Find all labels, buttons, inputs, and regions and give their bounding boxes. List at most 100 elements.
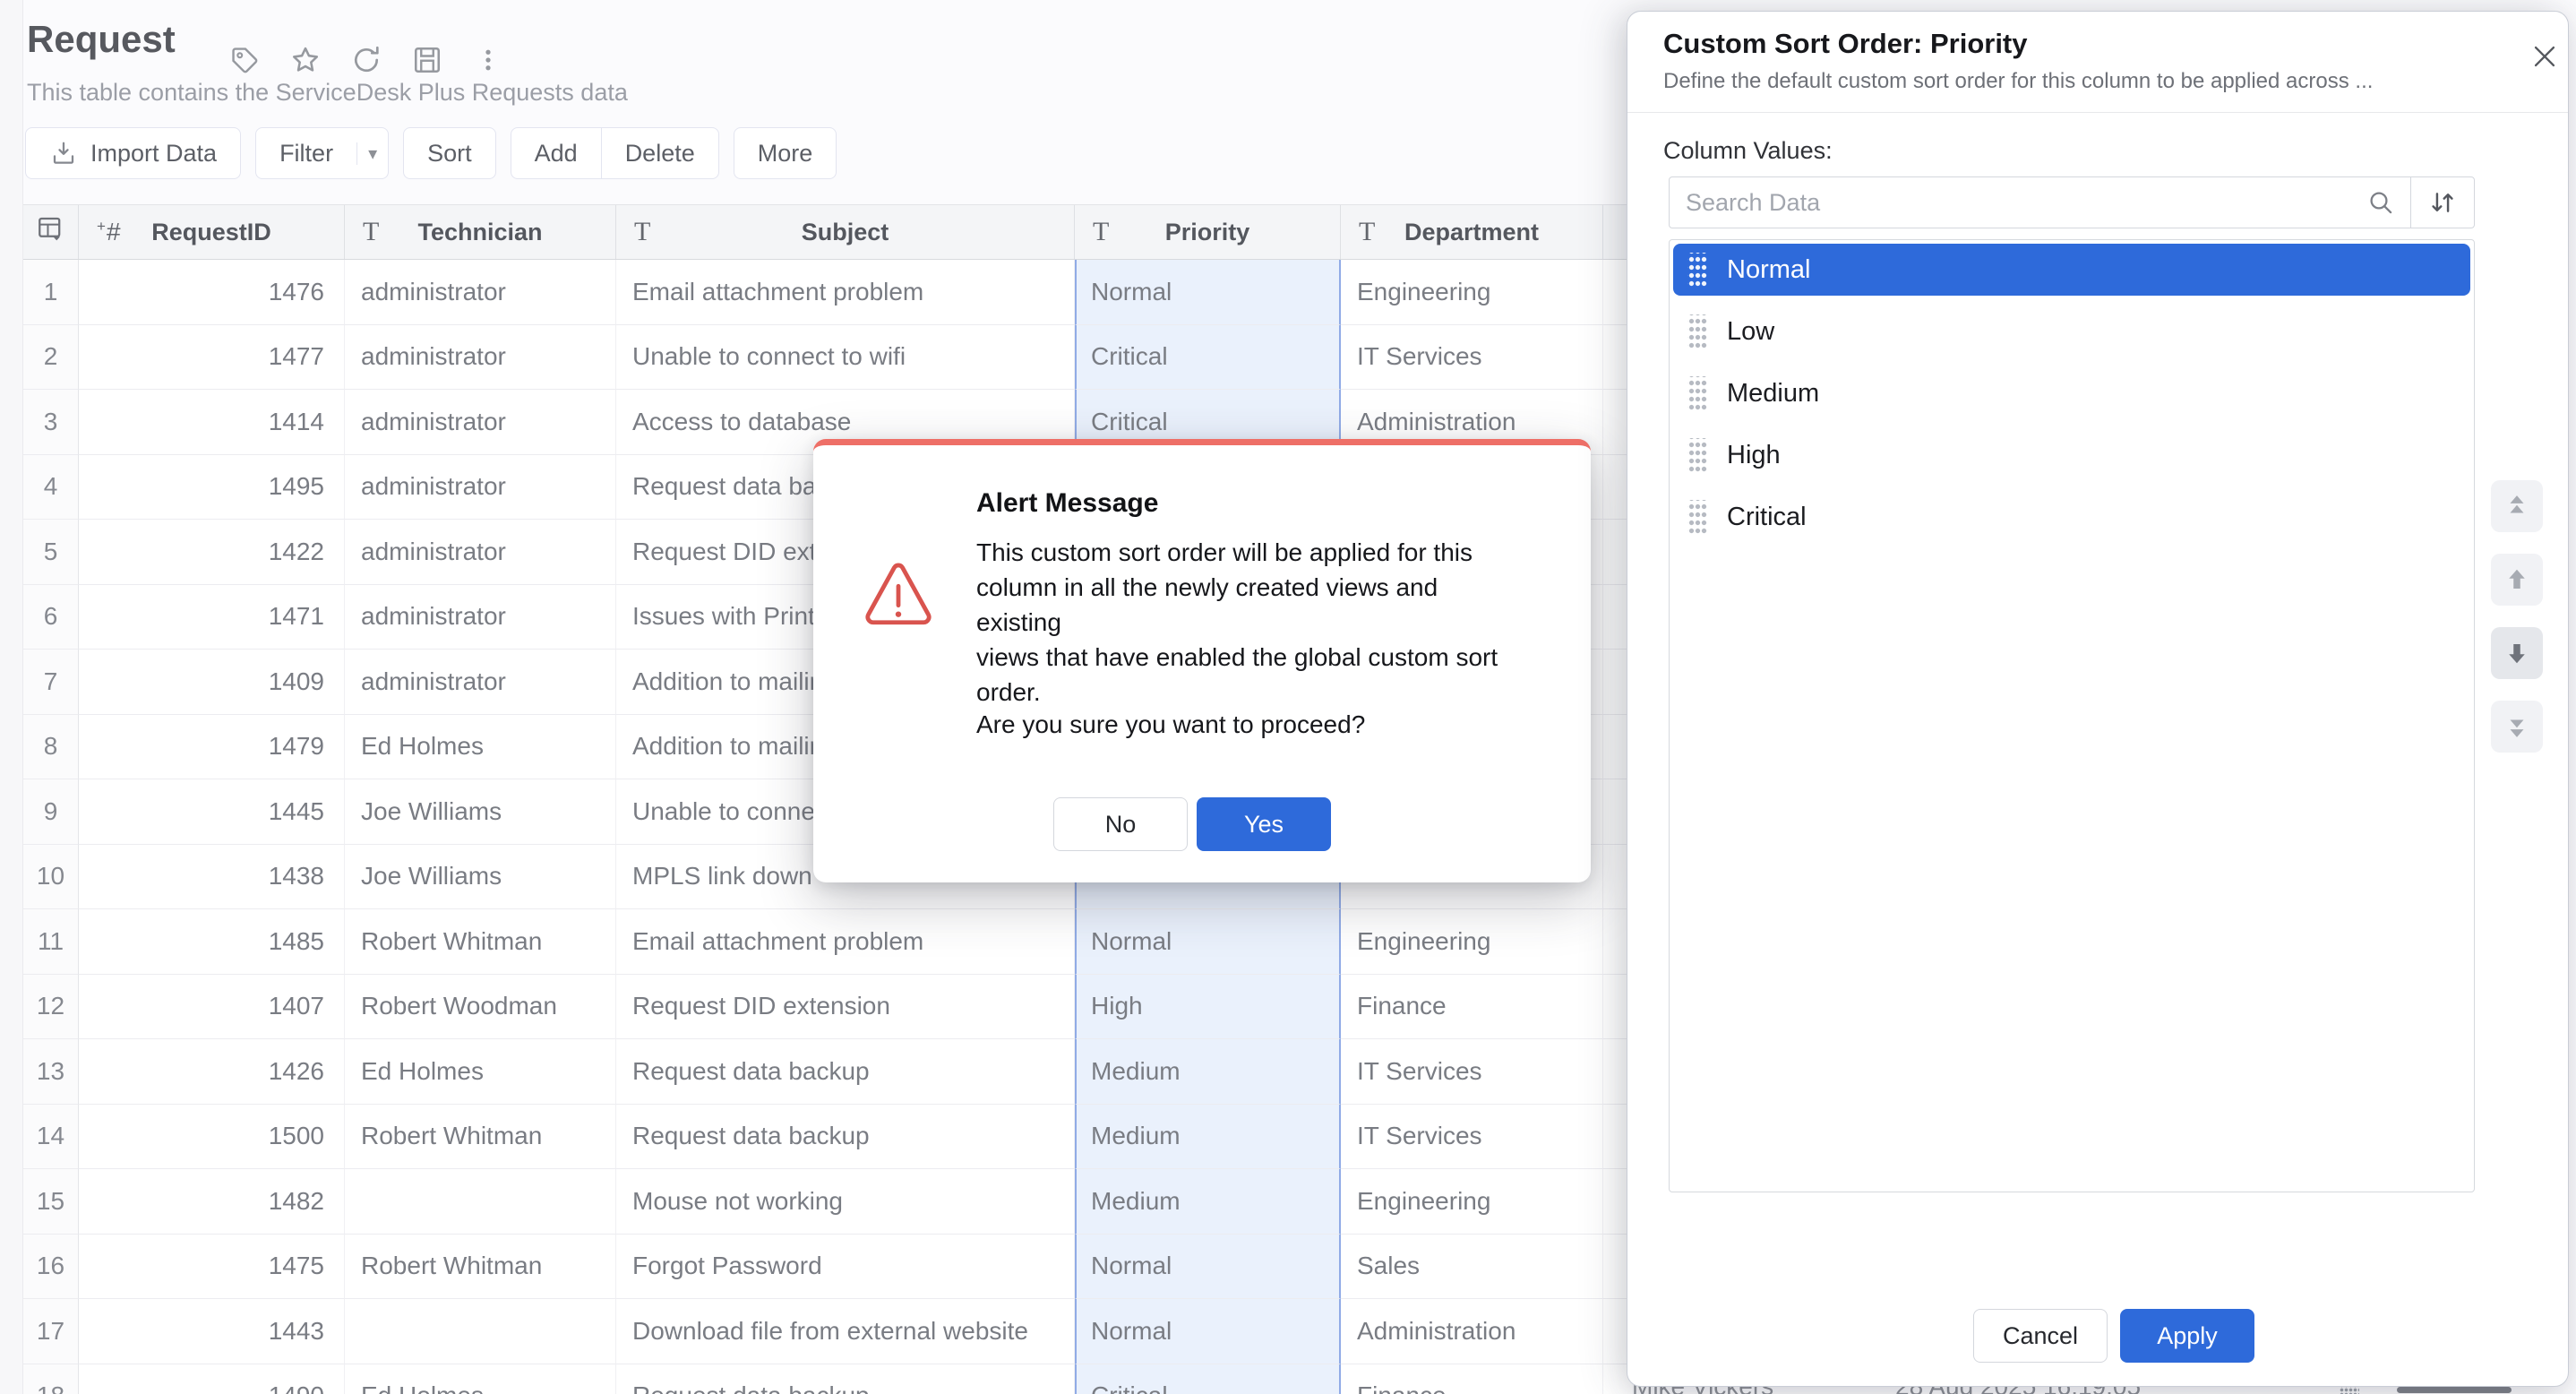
department-cell[interactable]: Administration: [1341, 1299, 1603, 1364]
department-cell[interactable]: Engineering: [1341, 260, 1603, 325]
table-row[interactable]: 17 1443 Download file from external webs…: [23, 1299, 1632, 1364]
technician-cell[interactable]: administrator: [345, 520, 616, 585]
requestid-cell[interactable]: 1475: [79, 1235, 345, 1300]
priority-cell[interactable]: Normal: [1075, 909, 1341, 975]
requestid-cell[interactable]: 1471: [79, 585, 345, 650]
drag-handle-icon[interactable]: [1687, 314, 1707, 348]
table-row[interactable]: 2 1477 administrator Unable to connect t…: [23, 325, 1632, 391]
tag-icon[interactable]: [228, 43, 262, 77]
priority-cell[interactable]: Normal: [1075, 1235, 1341, 1300]
search-input[interactable]: [1670, 177, 2351, 228]
technician-cell[interactable]: administrator: [345, 455, 616, 521]
priority-cell[interactable]: Medium: [1075, 1105, 1341, 1170]
requestid-cell[interactable]: 1485: [79, 909, 345, 975]
technician-cell[interactable]: administrator: [345, 325, 616, 391]
subject-cell[interactable]: Request DID extension: [616, 975, 1075, 1040]
sort-order-item[interactable]: Medium: [1673, 367, 2470, 419]
drag-handle-icon[interactable]: [1687, 253, 1707, 287]
technician-cell[interactable]: Robert Whitman: [345, 1105, 616, 1170]
cancel-button[interactable]: Cancel: [1973, 1309, 2108, 1363]
subject-cell[interactable]: Forgot Password: [616, 1235, 1075, 1300]
technician-cell[interactable]: administrator: [345, 650, 616, 715]
drag-handle-icon[interactable]: [1687, 438, 1707, 472]
select-all-header-cell[interactable]: [23, 205, 79, 259]
requestid-cell[interactable]: 1479: [79, 715, 345, 780]
technician-cell[interactable]: [345, 1299, 616, 1364]
requestid-cell[interactable]: 1445: [79, 779, 345, 845]
apply-button[interactable]: Apply: [2120, 1309, 2254, 1363]
column-header-subject[interactable]: T Subject: [616, 205, 1075, 259]
subject-cell[interactable]: Email attachment problem: [616, 909, 1075, 975]
subject-cell[interactable]: Mouse not working: [616, 1169, 1075, 1235]
requestid-cell[interactable]: 1414: [79, 390, 345, 455]
column-header-priority[interactable]: T Priority: [1075, 205, 1341, 259]
table-row[interactable]: 14 1500 Robert Whitman Request data back…: [23, 1105, 1632, 1170]
priority-cell[interactable]: Critical: [1075, 1364, 1341, 1394]
technician-cell[interactable]: Joe Williams: [345, 845, 616, 910]
subject-cell[interactable]: Request data backup: [616, 1039, 1075, 1105]
requestid-cell[interactable]: 1409: [79, 650, 345, 715]
department-cell[interactable]: Finance: [1341, 1364, 1603, 1394]
chevron-down-icon[interactable]: ▾: [356, 142, 388, 165]
drag-handle-icon[interactable]: [1687, 500, 1707, 534]
department-cell[interactable]: Engineering: [1341, 909, 1603, 975]
technician-cell[interactable]: administrator: [345, 585, 616, 650]
table-row[interactable]: 18 1490 Ed Holmes Request data backup Cr…: [23, 1364, 1632, 1394]
requestid-cell[interactable]: 1443: [79, 1299, 345, 1364]
priority-cell[interactable]: Medium: [1075, 1169, 1341, 1235]
move-up-button[interactable]: [2491, 554, 2543, 606]
sort-order-item[interactable]: Normal: [1673, 244, 2470, 296]
table-row[interactable]: 15 1482 Mouse not working Medium Enginee…: [23, 1169, 1632, 1235]
bottom-scrollbar-thumb[interactable]: [2397, 1387, 2512, 1393]
technician-cell[interactable]: administrator: [345, 260, 616, 325]
subject-cell[interactable]: Unable to connect to wifi: [616, 325, 1075, 391]
table-row[interactable]: 12 1407 Robert Woodman Request DID exten…: [23, 975, 1632, 1040]
requestid-cell[interactable]: 1476: [79, 260, 345, 325]
priority-cell[interactable]: Critical: [1075, 325, 1341, 391]
subject-cell[interactable]: Request data backup: [616, 1364, 1075, 1394]
requestid-cell[interactable]: 1490: [79, 1364, 345, 1394]
star-icon[interactable]: [288, 43, 322, 77]
requestid-cell[interactable]: 1495: [79, 455, 345, 521]
sort-order-item[interactable]: High: [1673, 429, 2470, 481]
delete-button[interactable]: Delete: [601, 128, 718, 178]
sort-button[interactable]: Sort: [403, 127, 496, 179]
technician-cell[interactable]: Robert Woodman: [345, 975, 616, 1040]
column-header-requestid[interactable]: +# RequestID: [79, 205, 345, 259]
sort-order-item[interactable]: Critical: [1673, 491, 2470, 543]
table-row[interactable]: 11 1485 Robert Whitman Email attachment …: [23, 909, 1632, 975]
priority-cell[interactable]: Normal: [1075, 1299, 1341, 1364]
subject-cell[interactable]: Download file from external website: [616, 1299, 1075, 1364]
department-cell[interactable]: Finance: [1341, 975, 1603, 1040]
search-icon[interactable]: [2351, 188, 2410, 217]
technician-cell[interactable]: Robert Whitman: [345, 1235, 616, 1300]
drag-handle-icon[interactable]: [1687, 376, 1707, 410]
department-cell[interactable]: Sales: [1341, 1235, 1603, 1300]
requestid-cell[interactable]: 1407: [79, 975, 345, 1040]
priority-cell[interactable]: Medium: [1075, 1039, 1341, 1105]
filter-button[interactable]: Filter ▾: [255, 127, 389, 179]
move-to-top-button[interactable]: [2491, 480, 2543, 532]
subject-cell[interactable]: Request data backup: [616, 1105, 1075, 1170]
save-icon[interactable]: [410, 43, 444, 77]
technician-cell[interactable]: Ed Holmes: [345, 1039, 616, 1105]
technician-cell[interactable]: Ed Holmes: [345, 1364, 616, 1394]
department-cell[interactable]: IT Services: [1341, 1105, 1603, 1170]
column-header-technician[interactable]: T Technician: [345, 205, 616, 259]
more-vertical-icon[interactable]: [471, 43, 505, 77]
priority-cell[interactable]: Normal: [1075, 260, 1341, 325]
requestid-cell[interactable]: 1500: [79, 1105, 345, 1170]
requestid-cell[interactable]: 1422: [79, 520, 345, 585]
sort-direction-icon[interactable]: [2411, 189, 2474, 216]
table-row[interactable]: 16 1475 Robert Whitman Forgot Password N…: [23, 1235, 1632, 1300]
department-cell[interactable]: IT Services: [1341, 1039, 1603, 1105]
sort-order-item[interactable]: Low: [1673, 305, 2470, 357]
table-row[interactable]: 1 1476 administrator Email attachment pr…: [23, 260, 1632, 325]
add-button[interactable]: Add: [511, 128, 601, 178]
technician-cell[interactable]: Robert Whitman: [345, 909, 616, 975]
move-down-button[interactable]: [2491, 627, 2543, 679]
requestid-cell[interactable]: 1438: [79, 845, 345, 910]
technician-cell[interactable]: [345, 1169, 616, 1235]
priority-cell[interactable]: High: [1075, 975, 1341, 1040]
table-row[interactable]: 13 1426 Ed Holmes Request data backup Me…: [23, 1039, 1632, 1105]
